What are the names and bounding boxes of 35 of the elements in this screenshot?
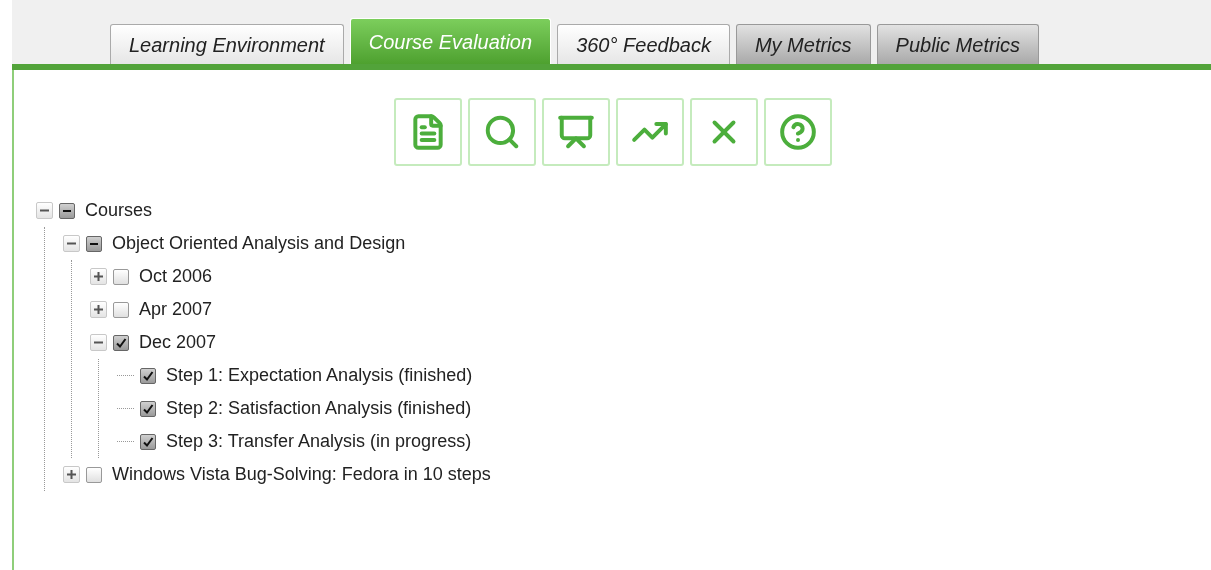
- tab[interactable]: 360° Feedback: [557, 24, 730, 64]
- tree-checkbox[interactable]: [113, 301, 129, 318]
- tree-item-label[interactable]: Step 3: Transfer Analysis (in progress): [166, 428, 472, 455]
- tree-item-label[interactable]: Oct 2006: [139, 263, 213, 290]
- tab[interactable]: Learning Environment: [110, 24, 344, 64]
- expand-toggle[interactable]: [90, 268, 107, 285]
- tree-item-label[interactable]: Step 2: Satisfaction Analysis (finished): [166, 395, 472, 422]
- help-button[interactable]: [763, 98, 832, 166]
- plus-icon: [93, 271, 104, 282]
- expand-toggle[interactable]: [90, 301, 107, 318]
- presentation-icon: [556, 113, 595, 151]
- collapse-toggle[interactable]: [90, 334, 107, 351]
- tree-item-label[interactable]: Windows Vista Bug-Solving: Fedora in 10 steps: [112, 461, 491, 488]
- tree-item-label[interactable]: Courses: [85, 197, 153, 224]
- tree-item-label[interactable]: Object Oriented Analysis and Design: [112, 230, 406, 257]
- document-button[interactable]: [393, 98, 462, 166]
- collapse-toggle[interactable]: [63, 235, 80, 252]
- tab[interactable]: My Metrics: [735, 24, 871, 64]
- search-button[interactable]: [467, 98, 536, 166]
- help-icon: [778, 113, 817, 151]
- tree-item-label[interactable]: Dec 2007: [139, 329, 217, 356]
- tree-checkbox[interactable]: [59, 202, 75, 219]
- tree-checkbox[interactable]: [113, 268, 129, 285]
- tree-checkbox[interactable]: [86, 235, 102, 252]
- expand-toggle[interactable]: [63, 466, 80, 483]
- tree-checkbox[interactable]: [86, 466, 102, 483]
- tab[interactable]: Public Metrics: [876, 24, 1040, 64]
- chart-button[interactable]: [615, 98, 684, 166]
- tree-item-label[interactable]: Apr 2007: [139, 296, 213, 323]
- close-button[interactable]: [689, 98, 758, 166]
- tree-item-label[interactable]: Step 1: Expectation Analysis (finished): [166, 362, 473, 389]
- plus-icon: [93, 304, 104, 315]
- collapse-toggle[interactable]: [36, 202, 53, 219]
- presentation-button[interactable]: [541, 98, 610, 166]
- plus-icon: [66, 469, 77, 480]
